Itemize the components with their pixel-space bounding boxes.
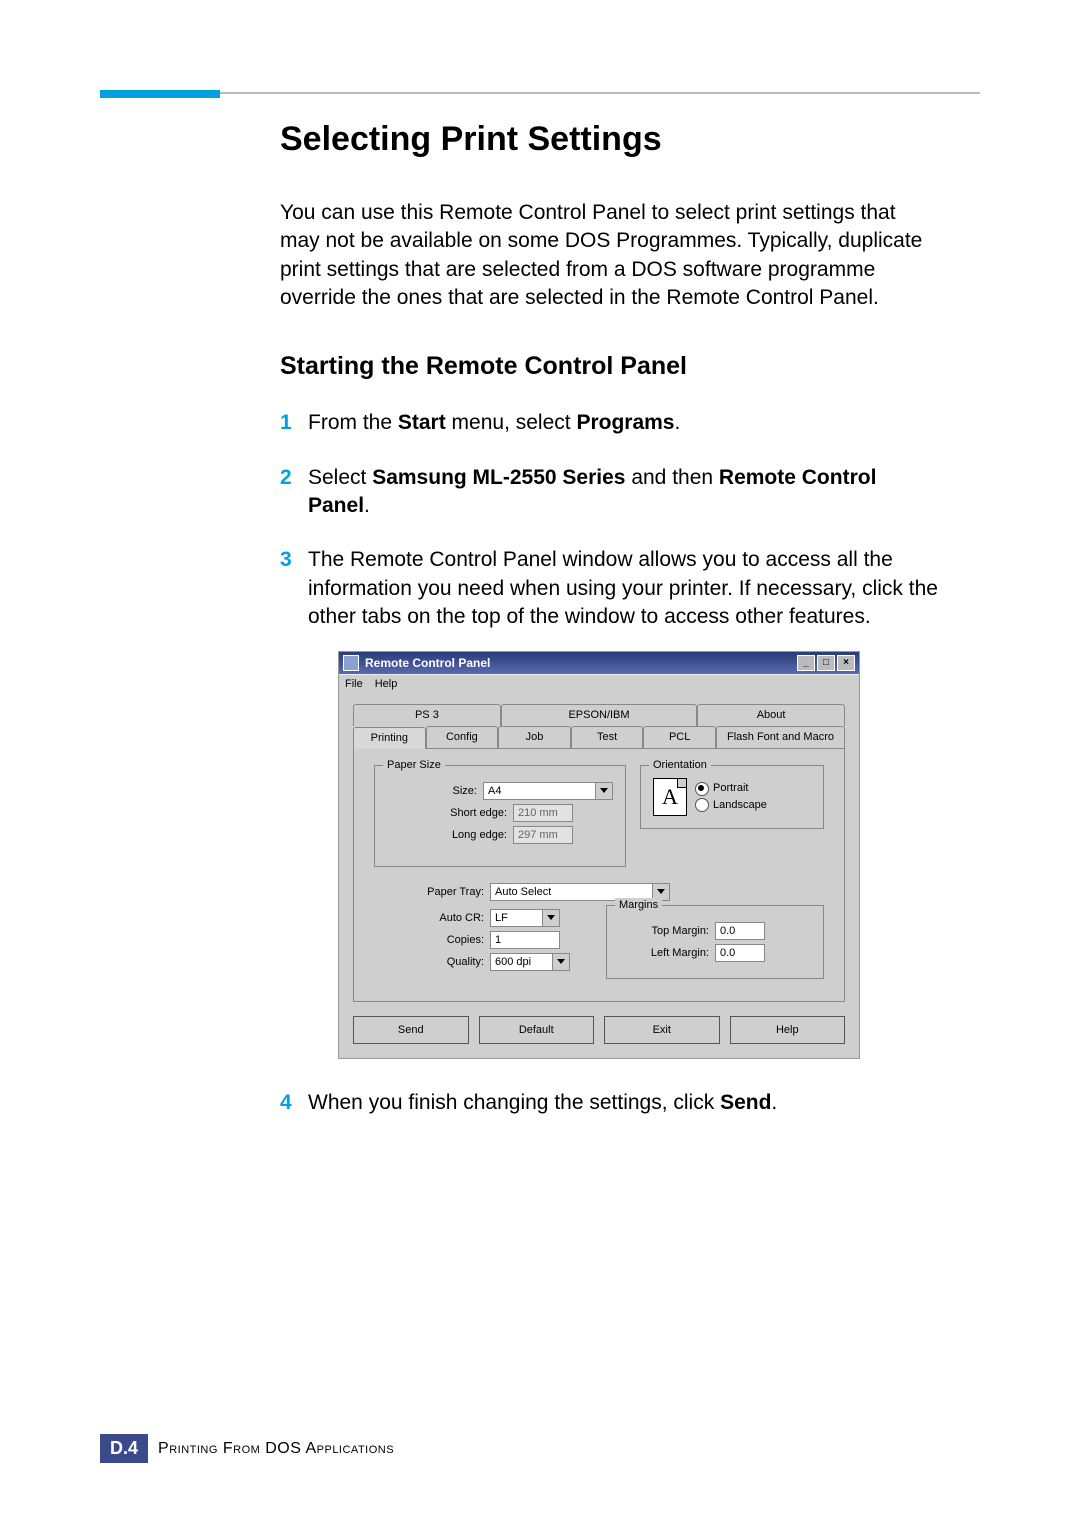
label-top-margin: Top Margin: [619, 924, 715, 939]
menu-help[interactable]: Help [375, 677, 398, 692]
tab-content: Paper Size Size: A4 [353, 748, 845, 1002]
document-page: Selecting Print Settings You can use thi… [0, 0, 1080, 1523]
chevron-down-icon [595, 783, 612, 799]
label-quality: Quality: [374, 955, 490, 970]
window-title: Remote Control Panel [365, 655, 490, 671]
content-area: Selecting Print Settings You can use thi… [280, 90, 940, 1117]
tab-row-back: PS 3 EPSON/IBM About [353, 704, 845, 726]
legend-margins: Margins [615, 898, 662, 913]
select-auto-cr[interactable]: LF [490, 909, 560, 927]
step-number: 2 [280, 464, 292, 492]
send-button[interactable]: Send [353, 1016, 469, 1044]
radio-portrait[interactable] [695, 782, 709, 796]
menubar: File Help [339, 674, 859, 694]
page-number-badge: D.4 [100, 1434, 148, 1463]
orientation-icon: A [653, 778, 687, 816]
tab-pcl[interactable]: PCL [643, 726, 716, 748]
close-button[interactable]: × [837, 655, 855, 671]
tab-row-front: Printing Config Job Test PCL Flash Font … [353, 726, 845, 748]
header-rule [100, 92, 980, 94]
label-portrait: Portrait [713, 781, 748, 796]
tab-test[interactable]: Test [571, 726, 644, 748]
legend-paper-size: Paper Size [383, 758, 445, 773]
tab-ps3[interactable]: PS 3 [353, 704, 501, 726]
window-controls: _ □ × [797, 655, 855, 671]
app-icon [343, 655, 359, 671]
step-text: The Remote Control Panel window allows y… [308, 548, 938, 628]
dialog-buttons: Send Default Exit Help [353, 1016, 845, 1044]
label-landscape: Landscape [713, 798, 767, 813]
tab-flash[interactable]: Flash Font and Macro [716, 726, 845, 748]
tabs: PS 3 EPSON/IBM About Printing Config Job… [353, 704, 845, 1002]
input-copies[interactable]: 1 [490, 931, 560, 949]
intro-paragraph: You can use this Remote Control Panel to… [280, 199, 940, 312]
help-button[interactable]: Help [730, 1016, 846, 1044]
input-long-edge: 297 mm [513, 826, 573, 844]
tab-config[interactable]: Config [426, 726, 499, 748]
label-paper-tray: Paper Tray: [374, 885, 490, 900]
group-orientation: Orientation A [640, 765, 824, 829]
group-margins: Margins Top Margin: 0.0 Left Margin: [606, 905, 824, 979]
menu-file[interactable]: File [345, 677, 363, 692]
section-heading: Starting the Remote Control Panel [280, 352, 940, 381]
tab-printing[interactable]: Printing [353, 727, 426, 749]
minimize-button[interactable]: _ [797, 655, 815, 671]
step-2: 2 Select Samsung ML-2550 Series and then… [280, 464, 940, 521]
default-button[interactable]: Default [479, 1016, 595, 1044]
input-left-margin[interactable]: 0.0 [715, 944, 765, 962]
input-short-edge: 210 mm [513, 804, 573, 822]
input-top-margin[interactable]: 0.0 [715, 922, 765, 940]
step-1: 1 From the Start menu, select Programs. [280, 409, 940, 437]
group-paper-size: Paper Size Size: A4 [374, 765, 626, 867]
label-long-edge: Long edge: [387, 828, 513, 843]
select-quality[interactable]: 600 dpi [490, 953, 570, 971]
step-number: 3 [280, 546, 292, 574]
tab-about[interactable]: About [697, 704, 845, 726]
chevron-down-icon [542, 910, 559, 926]
step-number: 4 [280, 1089, 292, 1117]
select-size[interactable]: A4 [483, 782, 613, 800]
maximize-button[interactable]: □ [817, 655, 835, 671]
label-copies: Copies: [374, 933, 490, 948]
tab-job[interactable]: Job [498, 726, 571, 748]
header-accent [100, 90, 220, 98]
screenshot-dialog: Remote Control Panel _ □ × File Help [338, 651, 860, 1059]
step-4: 4 When you finish changing the settings,… [280, 1089, 940, 1117]
step-text: Select Samsung ML-2550 Series and then R… [308, 466, 876, 517]
legend-orientation: Orientation [649, 758, 711, 773]
label-left-margin: Left Margin: [619, 946, 715, 961]
radio-landscape[interactable] [695, 798, 709, 812]
chevron-down-icon [552, 954, 569, 970]
step-3: 3 The Remote Control Panel window allows… [280, 546, 940, 1059]
page-corner-icon [677, 779, 686, 788]
chapter-title: Printing From DOS Applications [158, 1440, 394, 1458]
step-number: 1 [280, 409, 292, 437]
titlebar: Remote Control Panel _ □ × [339, 652, 859, 674]
step-text: When you finish changing the settings, c… [308, 1091, 777, 1114]
page-title: Selecting Print Settings [280, 120, 940, 159]
step-text: From the Start menu, select Programs. [308, 411, 680, 434]
panel-body: PS 3 EPSON/IBM About Printing Config Job… [339, 694, 859, 1058]
steps-list: 1 From the Start menu, select Programs. … [280, 409, 940, 1117]
page-footer: D.4 Printing From DOS Applications [100, 1434, 394, 1463]
exit-button[interactable]: Exit [604, 1016, 720, 1044]
label-auto-cr: Auto CR: [374, 911, 490, 926]
label-size: Size: [387, 784, 483, 799]
label-short-edge: Short edge: [387, 806, 513, 821]
tab-epson[interactable]: EPSON/IBM [501, 704, 697, 726]
